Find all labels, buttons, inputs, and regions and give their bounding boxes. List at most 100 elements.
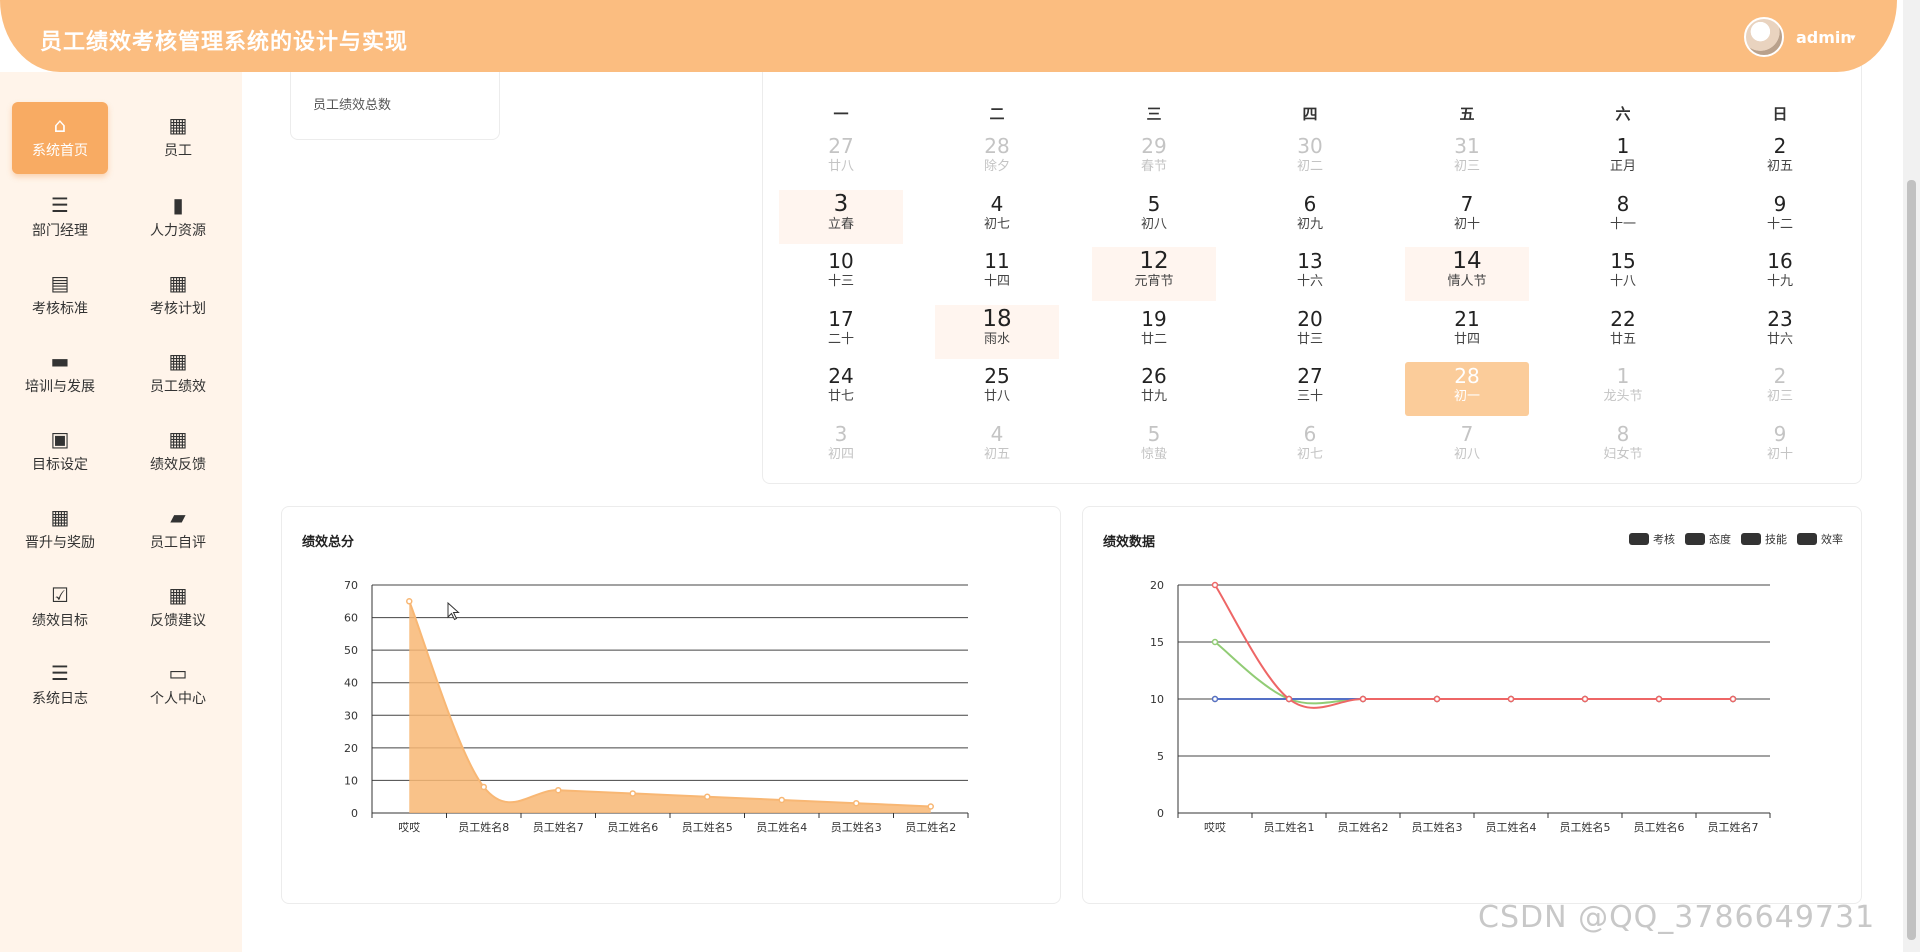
- sidebar-item-training[interactable]: ▬ 培训与发展: [12, 338, 108, 410]
- day-number: 5: [1147, 421, 1161, 446]
- lunar-label: 初九: [1296, 216, 1323, 232]
- calendar-day[interactable]: 31 初三: [1405, 132, 1529, 186]
- calendar-day[interactable]: 19 廿二: [1092, 305, 1216, 359]
- lunar-label: 初四: [827, 446, 854, 462]
- day-number: 28: [1454, 364, 1480, 388]
- y-tick-label: 0: [351, 807, 358, 820]
- lunar-label: 正月: [1609, 159, 1636, 174]
- calendar-day[interactable]: 6 初九: [1248, 190, 1372, 244]
- calendar-day[interactable]: 6 初七: [1248, 420, 1372, 474]
- chart-performance-data: 绩效数据 考核 态度 技能 效率 0 5 10 15 20 哎哎 员工姓名1 员工姓名2 员工姓名3 员…: [1082, 506, 1862, 904]
- calendar-day[interactable]: 22 廿五: [1561, 305, 1685, 359]
- day-number: 26: [1141, 364, 1167, 388]
- data-point: [480, 783, 487, 791]
- sidebar-item-promotion[interactable]: ▦ 晋升与奖励: [12, 494, 108, 566]
- calendar-day[interactable]: 3 初四: [779, 420, 903, 474]
- data-point: [927, 803, 934, 810]
- day-number: 27: [828, 134, 854, 158]
- manager-icon: ☰: [51, 193, 69, 217]
- area-line: [408, 600, 931, 808]
- data-point: [1507, 695, 1515, 703]
- day-number: 3: [834, 421, 848, 446]
- sidebar-item-home[interactable]: ⌂ 系统首页: [12, 102, 108, 174]
- calendar-day[interactable]: 20 廿三: [1248, 305, 1372, 359]
- calendar-day[interactable]: 28 除夕: [935, 132, 1059, 186]
- calendar-day[interactable]: 16 十九: [1718, 247, 1842, 301]
- target-icon: ☑: [51, 583, 69, 607]
- calendar-day[interactable]: 4 初七: [935, 190, 1059, 244]
- calendar-day[interactable]: 2 初三: [1718, 362, 1842, 416]
- day-number: 1: [1616, 364, 1630, 388]
- calendar-day[interactable]: 7 初十: [1405, 190, 1529, 244]
- suggestion-icon: ▦: [168, 583, 188, 607]
- lunar-label: 十六: [1296, 274, 1323, 289]
- lunar-label: 廿二: [1140, 331, 1167, 347]
- calendar-day[interactable]: 12 元宵节: [1092, 247, 1216, 301]
- sidebar-item-manager[interactable]: ☰ 部门经理: [12, 182, 108, 254]
- scrollbar-thumb[interactable]: [1907, 180, 1916, 940]
- y-tick-label: 70: [344, 579, 358, 592]
- calendar-day[interactable]: 23 廿六: [1718, 305, 1842, 359]
- sidebar-item-standard[interactable]: ▤ 考核标准: [12, 260, 108, 332]
- lunar-label: 初八: [1453, 446, 1480, 462]
- calendar-day[interactable]: 21 廿四: [1405, 305, 1529, 359]
- sidebar-item-plan[interactable]: ▦ 考核计划: [130, 260, 226, 332]
- sidebar-item-goal[interactable]: ▣ 目标设定: [12, 416, 108, 488]
- calendar-day[interactable]: 30 初二: [1248, 132, 1372, 186]
- calendar-day[interactable]: 14 情人节: [1405, 247, 1529, 301]
- calendar-day[interactable]: 4 初五: [935, 420, 1059, 474]
- y-tick-label: 50: [344, 644, 358, 657]
- plan-icon: ▦: [168, 271, 188, 295]
- calendar-day[interactable]: 8 十一: [1561, 190, 1685, 244]
- calendar-day[interactable]: 9 十二: [1718, 190, 1842, 244]
- lunar-label: 二十: [827, 331, 854, 347]
- calendar-day[interactable]: 7 初八: [1405, 420, 1529, 474]
- day-number: 15: [1610, 249, 1636, 273]
- calendar-day[interactable]: 25 廿八: [935, 362, 1059, 416]
- sidebar-item-feedback[interactable]: ▦ 绩效反馈: [130, 416, 226, 488]
- calendar-day[interactable]: 24 廿七: [779, 362, 903, 416]
- x-tick-label: 员工姓名3: [1412, 820, 1463, 834]
- calendar-day[interactable]: 5 初八: [1092, 190, 1216, 244]
- calendar-day[interactable]: 2 初五: [1718, 132, 1842, 186]
- weekday-header: 一: [833, 105, 849, 123]
- user-avatar[interactable]: [1744, 17, 1784, 57]
- sidebar-item-log[interactable]: ☰ 系统日志: [12, 650, 108, 722]
- sidebar-item-target[interactable]: ☑ 绩效目标: [12, 572, 108, 644]
- calendar-day[interactable]: 17 二十: [779, 305, 903, 359]
- lunar-label: 妇女节: [1603, 446, 1643, 462]
- sidebar-item-hr[interactable]: ▮ 人力资源: [130, 182, 226, 254]
- calendar-day[interactable]: 18 雨水: [935, 304, 1059, 359]
- calendar-day[interactable]: 27 廿八: [779, 132, 903, 186]
- y-tick-label: 40: [344, 677, 358, 690]
- day-number: 6: [1303, 421, 1317, 446]
- day-number: 30: [1297, 134, 1323, 158]
- username-label[interactable]: admin: [1796, 28, 1852, 47]
- calendar-day[interactable]: 11 十四: [935, 247, 1059, 301]
- calendar-day[interactable]: 13 十六: [1248, 247, 1372, 301]
- chevron-down-icon[interactable]: ▾: [1850, 31, 1856, 44]
- sidebar-item-suggestion[interactable]: ▦ 反馈建议: [130, 572, 226, 644]
- x-tick-label: 员工姓名3: [831, 820, 882, 834]
- calendar-day[interactable]: 29 春节: [1092, 132, 1216, 186]
- calendar-day[interactable]: 27 三十: [1248, 362, 1372, 416]
- calendar-day[interactable]: 8 妇女节: [1561, 420, 1685, 474]
- calendar-day[interactable]: 15 十八: [1561, 247, 1685, 301]
- sidebar-item-employee[interactable]: ▦ 员工: [130, 102, 226, 174]
- sidebar-item-label: 考核计划: [150, 301, 206, 317]
- calendar-day[interactable]: 3 立春: [779, 189, 903, 244]
- sidebar-item-personal[interactable]: ▭ 个人中心: [130, 650, 226, 722]
- day-number: 27: [1297, 364, 1323, 388]
- sidebar-item-selfeval[interactable]: ▰ 员工自评: [130, 494, 226, 566]
- sidebar-item-performance[interactable]: ▦ 员工绩效: [130, 338, 226, 410]
- calendar-day-today[interactable]: 28 初一: [1405, 362, 1529, 416]
- calendar-day[interactable]: 5 惊蛰: [1092, 420, 1216, 474]
- calendar-day[interactable]: 10 十三: [779, 247, 903, 301]
- calendar-day[interactable]: 26 廿九: [1092, 362, 1216, 416]
- day-number: 20: [1297, 306, 1323, 331]
- stat-label: 员工绩效总数: [313, 98, 392, 113]
- calendar-day[interactable]: 1 正月: [1561, 132, 1685, 186]
- calendar-day[interactable]: 1 龙头节: [1561, 362, 1685, 416]
- lunar-label: 十四: [983, 274, 1010, 289]
- calendar-day[interactable]: 9 初十: [1718, 420, 1842, 474]
